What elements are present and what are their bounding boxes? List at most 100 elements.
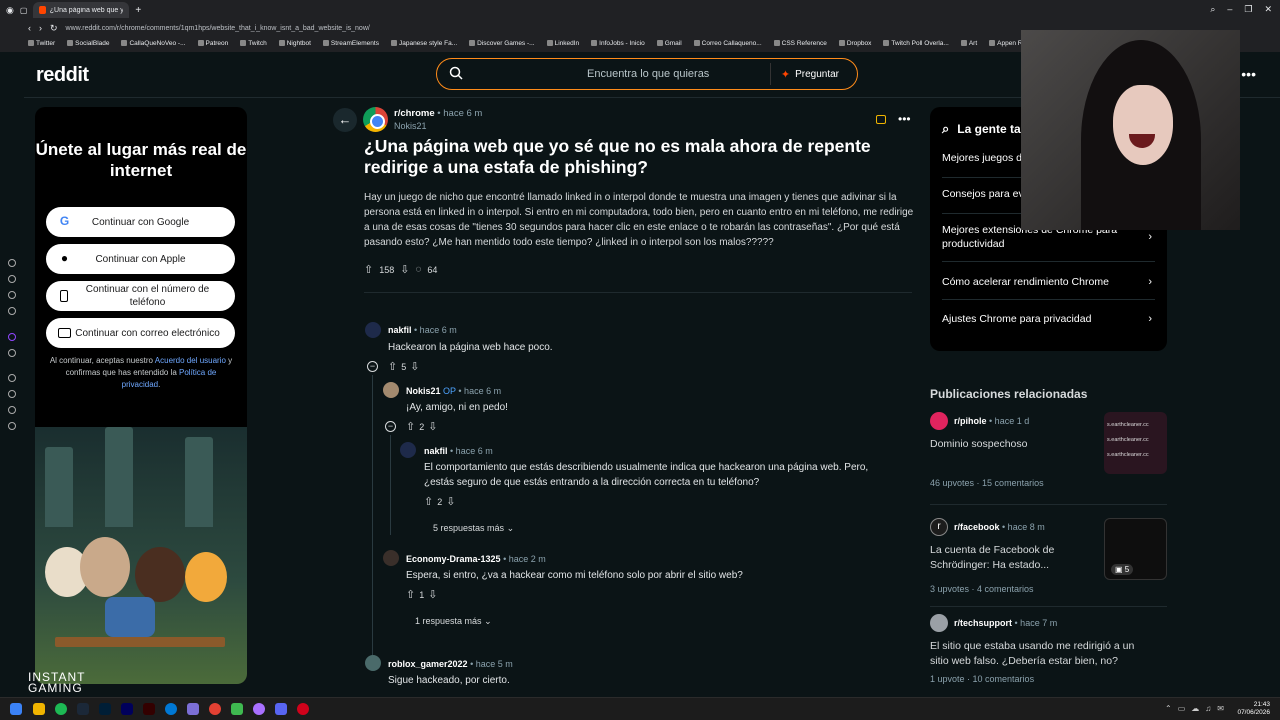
sidebar-app-icon[interactable] bbox=[8, 275, 16, 283]
user-avatar[interactable] bbox=[383, 550, 399, 566]
more-replies-button[interactable]: 1 respuesta más ⌄ bbox=[415, 616, 492, 627]
user-avatar[interactable] bbox=[383, 382, 399, 398]
google-login-button[interactable]: G Continuar con Google bbox=[46, 207, 235, 237]
related-subreddit[interactable]: r/facebook bbox=[954, 522, 1000, 532]
upvote-icon[interactable]: ⇧ bbox=[388, 360, 397, 373]
downvote-icon[interactable]: ⇩ bbox=[428, 420, 437, 433]
bookmark-item[interactable]: Japanese style Fa... bbox=[390, 40, 457, 47]
subreddit-avatar[interactable] bbox=[930, 412, 948, 430]
edge-icon[interactable] bbox=[165, 703, 177, 715]
downvote-icon[interactable]: ⇩ bbox=[410, 360, 419, 373]
bookmark-item[interactable]: Discover Games -... bbox=[469, 40, 535, 47]
chrome-subreddit-icon[interactable] bbox=[363, 107, 388, 132]
search-input[interactable]: Encuentra lo que quieras bbox=[587, 68, 709, 80]
tab-active[interactable]: ¿Una página web que yo sé... bbox=[33, 2, 130, 18]
search-suggestion[interactable]: Ajustes Chrome para privacidad › bbox=[942, 312, 1152, 326]
sidebar-app-icon[interactable] bbox=[8, 291, 16, 299]
forward-nav-icon[interactable]: › bbox=[39, 23, 42, 33]
downvote-icon[interactable]: ⇩ bbox=[446, 495, 455, 508]
post-options-icon[interactable]: ••• bbox=[898, 112, 911, 126]
app-icon[interactable] bbox=[297, 703, 309, 715]
user-avatar[interactable] bbox=[400, 442, 416, 458]
related-post-thumbnail[interactable]: ▣ 5 bbox=[1104, 518, 1167, 580]
clock[interactable]: 21:43 07/06/2026 bbox=[1237, 701, 1270, 717]
tab-list-icon[interactable]: ▢ bbox=[20, 6, 28, 15]
bookmark-item[interactable]: Dropbox bbox=[838, 40, 871, 47]
user-agreement-link[interactable]: Acuerdo del usuario bbox=[155, 356, 226, 365]
premiere-icon[interactable] bbox=[121, 703, 133, 715]
bookmark-item[interactable]: CSS Reference bbox=[773, 40, 827, 47]
folder-icon[interactable] bbox=[33, 703, 45, 715]
app-icon[interactable] bbox=[231, 703, 243, 715]
bookmark-item[interactable]: Twitch Poll Overla... bbox=[883, 40, 949, 47]
collapse-icon[interactable]: − bbox=[367, 361, 378, 372]
related-post-title[interactable]: Dominio sospechoso bbox=[930, 437, 1095, 452]
comment-user[interactable]: Economy-Drama-1325 bbox=[406, 554, 501, 564]
apple-login-button[interactable]: ● Continuar con Apple bbox=[46, 244, 235, 274]
subreddit-avatar[interactable] bbox=[930, 614, 948, 632]
more-options-icon[interactable]: ••• bbox=[1241, 66, 1256, 82]
sidebar-app-icon[interactable] bbox=[8, 307, 16, 315]
upvote-icon[interactable]: ⇧ bbox=[364, 263, 373, 276]
search-suggestion[interactable]: Cómo acelerar rendimiento Chrome › bbox=[942, 275, 1152, 289]
related-post-thumbnail[interactable]: s.earthcleaner.cc s.earthcleaner.cc s.ea… bbox=[1104, 412, 1167, 474]
comment-user[interactable]: Nokis21 bbox=[406, 386, 441, 396]
comment-user[interactable]: nakfil bbox=[388, 325, 412, 335]
bookmark-item[interactable]: InfoJobs - Inicio bbox=[591, 40, 645, 47]
phone-login-button[interactable]: Continuar con el número de teléfono bbox=[46, 281, 235, 311]
calculator-icon[interactable] bbox=[187, 703, 199, 715]
downvote-icon[interactable]: ⇩ bbox=[400, 263, 409, 276]
subreddit-link[interactable]: r/chrome bbox=[394, 108, 435, 119]
spotify-icon[interactable] bbox=[55, 703, 67, 715]
user-avatar[interactable] bbox=[365, 655, 381, 671]
close-icon[interactable]: ✕ bbox=[1264, 4, 1272, 15]
related-post[interactable]: r r/facebook • hace 8 m La cuenta de Fac… bbox=[930, 518, 1167, 598]
related-subreddit[interactable]: r/techsupport bbox=[954, 618, 1012, 628]
comment-user[interactable]: nakfil bbox=[424, 446, 448, 456]
settings-icon[interactable] bbox=[8, 422, 16, 430]
photoshop-icon[interactable] bbox=[99, 703, 111, 715]
bookmark-item[interactable]: StreamElements bbox=[322, 40, 379, 47]
related-subreddit[interactable]: r/pihole bbox=[954, 416, 987, 426]
sidebar-app-icon[interactable] bbox=[8, 390, 16, 398]
bookmark-item[interactable]: Gmail bbox=[656, 40, 682, 47]
sidebar-app-icon[interactable] bbox=[8, 259, 16, 267]
related-post[interactable]: r/pihole • hace 1 d Dominio sospechoso 4… bbox=[930, 412, 1167, 492]
collapse-icon[interactable]: − bbox=[385, 421, 396, 432]
illustrator-icon[interactable] bbox=[143, 703, 155, 715]
bookmark-item[interactable]: Twitch bbox=[240, 40, 267, 47]
related-post[interactable]: r/techsupport • hace 7 m El sitio que es… bbox=[930, 614, 1167, 694]
back-nav-icon[interactable]: ‹ bbox=[28, 23, 31, 33]
user-avatar[interactable] bbox=[365, 322, 381, 338]
discord-icon[interactable] bbox=[275, 703, 287, 715]
search-tabs-icon[interactable]: ⌕ bbox=[1210, 4, 1215, 15]
bookmark-item[interactable]: Twitter bbox=[28, 40, 55, 47]
sidebar-app-icon[interactable] bbox=[8, 406, 16, 414]
back-button[interactable]: ← bbox=[333, 108, 357, 132]
app-icon[interactable] bbox=[253, 703, 265, 715]
more-replies-button[interactable]: 5 respuestas más ⌄ bbox=[433, 523, 514, 534]
comment-user[interactable]: roblox_gamer2022 bbox=[388, 659, 468, 669]
upvote-icon[interactable]: ⇧ bbox=[424, 495, 433, 508]
bookmark-item[interactable]: LinkedIn bbox=[546, 40, 579, 47]
comment-bubble-icon[interactable]: ◌ bbox=[415, 264, 421, 275]
upvote-icon[interactable]: ⇧ bbox=[406, 588, 415, 601]
bookmark-item[interactable]: Art bbox=[960, 40, 977, 47]
facebook-subreddit-icon[interactable]: r bbox=[930, 518, 948, 536]
downvote-icon[interactable]: ⇩ bbox=[428, 588, 437, 601]
steam-icon[interactable] bbox=[77, 703, 89, 715]
sidebar-app-icon[interactable] bbox=[8, 374, 16, 382]
bookmark-item[interactable]: SocialBlade bbox=[67, 40, 109, 47]
upvote-icon[interactable]: ⇧ bbox=[406, 420, 415, 433]
related-post-title[interactable]: El sitio que estaba usando me redirigió … bbox=[930, 639, 1155, 669]
twitch-icon[interactable] bbox=[8, 333, 16, 341]
x-icon[interactable] bbox=[8, 349, 16, 357]
post-author[interactable]: Nokis21 bbox=[394, 121, 427, 131]
maximize-icon[interactable]: ❐ bbox=[1244, 4, 1252, 15]
related-post-title[interactable]: La cuenta de Facebook de Schrödinger: Ha… bbox=[930, 543, 1095, 573]
search-box[interactable]: Encuentra lo que quieras ✦ Preguntar bbox=[436, 58, 858, 90]
start-icon[interactable] bbox=[10, 703, 22, 715]
bookmark-item[interactable]: Patreon bbox=[197, 40, 228, 47]
url-field[interactable]: www.reddit.com/r/chrome/comments/1qm1hps… bbox=[66, 25, 370, 32]
email-login-button[interactable]: Continuar con correo electrónico bbox=[46, 318, 235, 348]
